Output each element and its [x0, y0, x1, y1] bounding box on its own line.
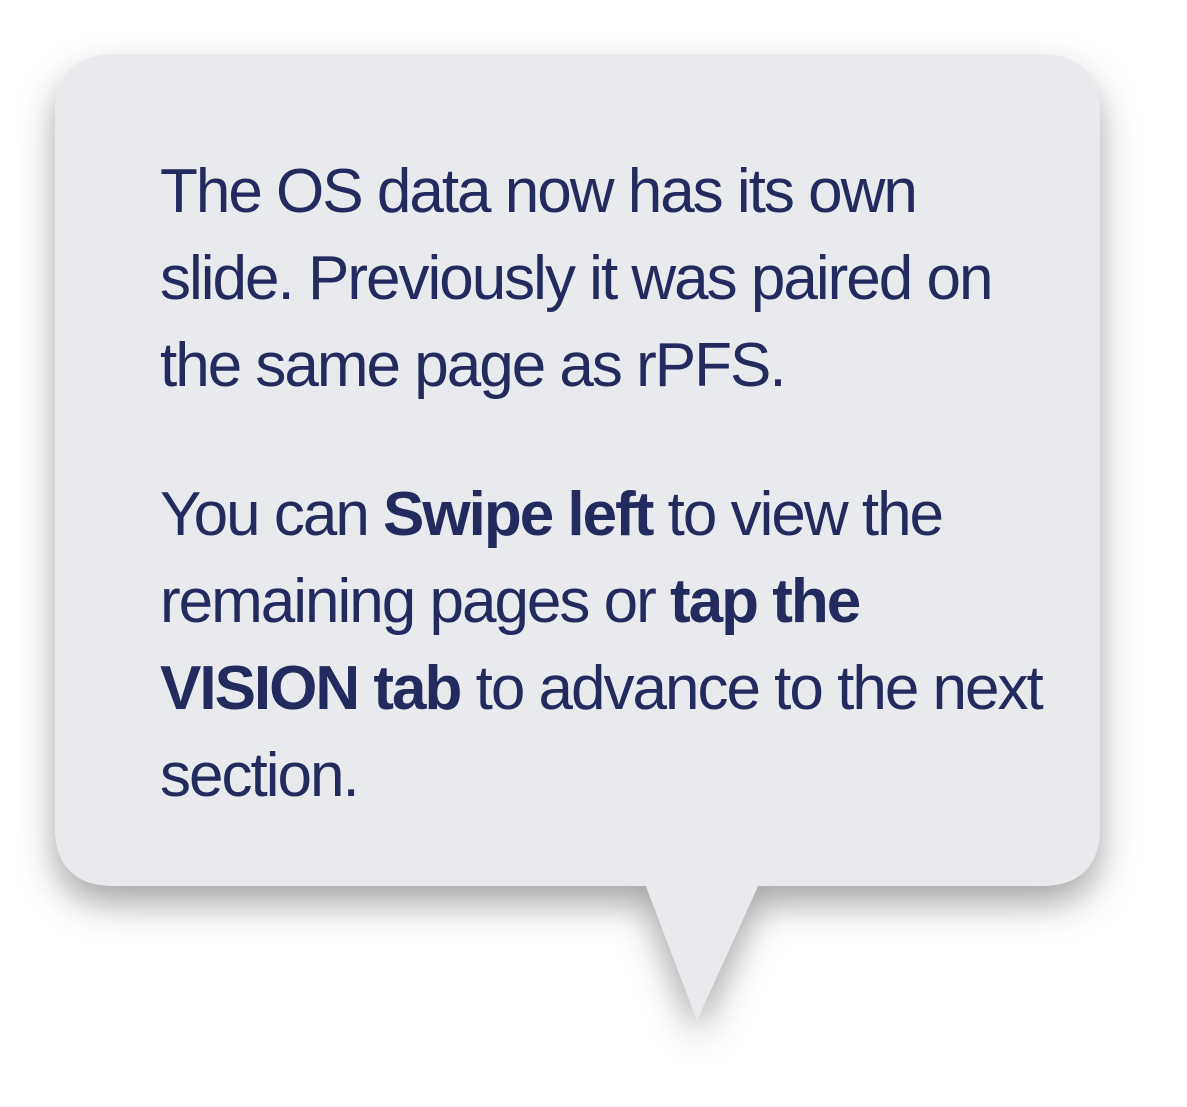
bubble-message: The OS data now has its own slide. Previ… [160, 148, 1060, 819]
message-paragraph-1: The OS data now has its own slide. Previ… [160, 157, 993, 400]
message-text: You can [160, 480, 384, 549]
speech-bubble: The OS data now has its own slide. Previ… [0, 0, 1187, 1107]
swipe-left-emphasis: Swipe left [383, 480, 654, 549]
message-paragraph-2: You can Swipe left to view the remaining… [160, 471, 1060, 819]
